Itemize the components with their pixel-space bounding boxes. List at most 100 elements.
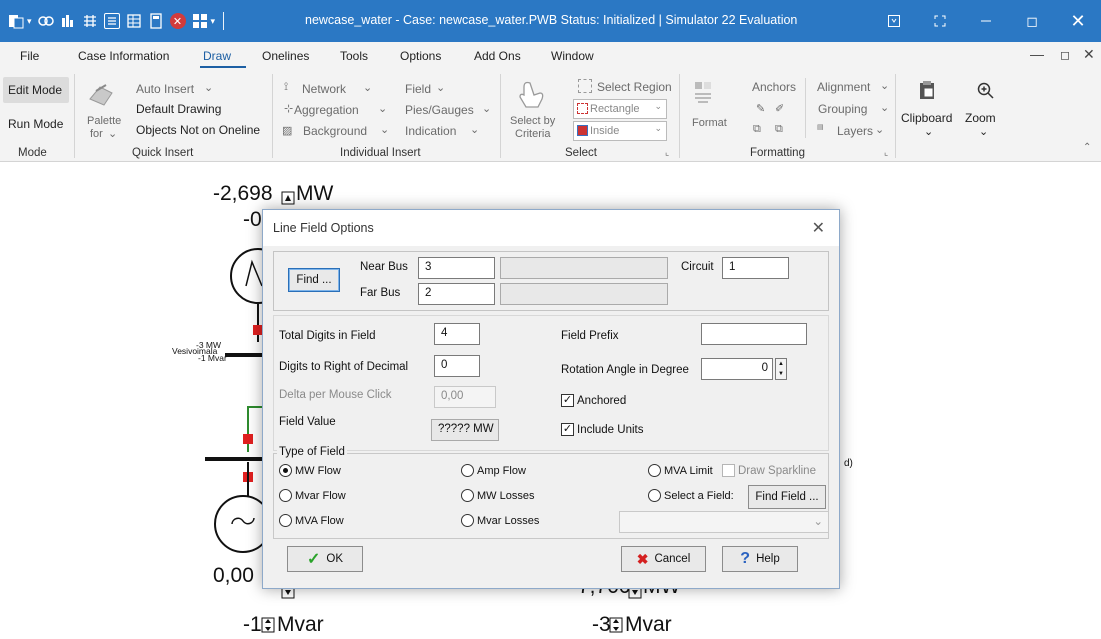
zoom-icon[interactable] — [973, 78, 997, 102]
field-button[interactable]: Field — [405, 82, 431, 96]
tab-tools[interactable]: Tools — [340, 49, 368, 63]
layers-button[interactable]: Layers — [837, 124, 873, 138]
include-units-checkbox[interactable]: ✓ Include Units — [561, 423, 643, 436]
tab-case-information[interactable]: Case Information — [78, 49, 169, 63]
palette-chevron-icon[interactable]: ⌄ — [108, 127, 117, 140]
radio-mva-limit[interactable]: MVA Limit — [648, 464, 713, 477]
far-bus-input[interactable]: 2 — [418, 283, 495, 305]
rotation-spinner[interactable]: ▲ ▼ — [775, 358, 787, 380]
pies-gauges-button[interactable]: Pies/Gauges — [405, 103, 474, 117]
select-by-criteria-line1[interactable]: Select by — [510, 115, 555, 127]
indication-chevron-icon[interactable]: ⌄ — [470, 123, 479, 136]
ok-button[interactable]: ✓ OK — [287, 546, 363, 572]
radio-mw-losses[interactable]: MW Losses — [461, 489, 534, 502]
digits-right-input[interactable]: 0 — [434, 355, 480, 377]
indication-button[interactable]: Indication — [405, 124, 456, 138]
pies-gauges-chevron-icon[interactable]: ⌄ — [482, 102, 491, 115]
aggregation-chevron-icon[interactable]: ⌄ — [378, 102, 387, 115]
run-mode-button[interactable]: Run Mode — [8, 117, 63, 131]
background-chevron-icon[interactable]: ⌄ — [380, 123, 389, 136]
cancel-button[interactable]: ✖ Cancel — [621, 546, 706, 572]
select-criteria-icon[interactable] — [511, 78, 551, 112]
format-icon[interactable] — [690, 78, 718, 110]
radio-mvar-losses[interactable]: Mvar Losses — [461, 514, 539, 527]
qat-dropdown-icon[interactable]: ▾ — [27, 16, 32, 27]
palette-label-line1[interactable]: Palette — [87, 115, 121, 127]
bar-chart-icon[interactable] — [60, 13, 76, 29]
abort-icon[interactable]: ✕ — [169, 13, 186, 29]
anchors-button[interactable]: Anchors — [752, 80, 796, 94]
find-field-button[interactable]: Find Field ... — [748, 485, 826, 509]
dialog-close-icon[interactable]: ✕ — [812, 218, 825, 238]
table-icon[interactable] — [126, 13, 142, 29]
palette-label-line2[interactable]: for — [90, 128, 103, 140]
collapse-ribbon-icon[interactable]: ⌃ — [1083, 142, 1091, 153]
select-rectangle-combo[interactable]: Rectangle ⌄ — [573, 99, 667, 119]
select-by-criteria-line2[interactable]: Criteria — [515, 128, 550, 140]
field-prefix-input[interactable] — [701, 323, 807, 345]
ribbon-display-icon[interactable] — [871, 0, 917, 42]
group-objects-icon[interactable]: ⧉ — [753, 123, 761, 136]
clipboard-icon[interactable] — [915, 78, 939, 102]
pencil-icon[interactable]: ✎ — [756, 102, 765, 115]
app-icon[interactable] — [8, 13, 24, 29]
default-drawing-button[interactable]: Default Drawing — [136, 102, 221, 116]
grouping-chevron-icon[interactable]: ⌄ — [880, 101, 889, 114]
grid-icon[interactable] — [82, 13, 98, 29]
options-icon[interactable] — [192, 13, 208, 29]
simulator-icon[interactable] — [37, 13, 54, 29]
select-inside-combo[interactable]: Inside ⌄ — [573, 121, 667, 141]
edit-shape-icon[interactable]: ✐ — [775, 102, 784, 115]
tab-options[interactable]: Options — [400, 49, 441, 63]
anchored-checkbox[interactable]: ✓ Anchored — [561, 394, 626, 407]
alignment-chevron-icon[interactable]: ⌄ — [880, 79, 889, 92]
aggregation-button[interactable]: Aggregation — [294, 103, 359, 117]
alignment-button[interactable]: Alignment — [817, 80, 870, 94]
child-minimize-icon[interactable]: — — [1030, 46, 1044, 62]
case-info-icon[interactable] — [103, 13, 120, 29]
clipboard-chevron-icon[interactable]: ⌄ — [924, 125, 933, 138]
calculator-icon[interactable] — [148, 13, 164, 29]
tab-window[interactable]: Window — [551, 49, 594, 63]
tab-add-ons[interactable]: Add Ons — [474, 49, 521, 63]
formatting-launcher-icon[interactable]: ⌞ — [884, 147, 888, 158]
close-button[interactable]: ✕ — [1055, 0, 1101, 42]
field-chevron-icon[interactable]: ⌄ — [436, 81, 445, 94]
radio-select-a-field[interactable]: Select a Field: — [648, 489, 734, 502]
fullscreen-icon[interactable] — [917, 0, 963, 42]
auto-insert-button[interactable]: Auto Insert — [136, 82, 194, 96]
clipboard-button[interactable]: Clipboard — [901, 111, 952, 125]
qat-more-icon[interactable]: ▾ — [211, 16, 216, 27]
edit-mode-button[interactable]: Edit Mode — [8, 83, 62, 97]
network-chevron-icon[interactable]: ⌄ — [363, 81, 372, 94]
circuit-input[interactable]: 1 — [722, 257, 789, 279]
background-button[interactable]: Background — [303, 124, 367, 138]
minimize-button[interactable] — [963, 0, 1009, 42]
format-button[interactable]: Format — [692, 117, 727, 129]
help-button[interactable]: ? Help — [722, 546, 798, 572]
child-restore-icon[interactable]: ◻ — [1060, 48, 1070, 62]
grouping-button[interactable]: Grouping — [818, 102, 867, 116]
radio-amp-flow[interactable]: Amp Flow — [461, 464, 526, 477]
zoom-chevron-icon[interactable]: ⌄ — [979, 125, 988, 138]
radio-mw-flow[interactable]: MW Flow — [279, 464, 341, 477]
tab-onelines[interactable]: Onelines — [262, 49, 309, 63]
auto-insert-chevron-icon[interactable]: ⌄ — [204, 81, 213, 94]
layers-chevron-icon[interactable]: ⌄ — [875, 123, 884, 136]
child-close-icon[interactable]: ✕ — [1083, 46, 1095, 63]
restore-button[interactable]: ◻ — [1009, 0, 1055, 42]
find-button[interactable]: Find ... — [288, 268, 340, 292]
select-region-button[interactable]: Select Region — [597, 80, 672, 94]
network-button[interactable]: Network — [302, 82, 346, 96]
objects-not-on-oneline-button[interactable]: Objects Not on Oneline — [136, 123, 260, 137]
tab-file[interactable]: File — [20, 49, 39, 63]
ungroup-objects-icon[interactable]: ⧉ — [775, 123, 783, 136]
select-launcher-icon[interactable]: ⌞ — [665, 147, 669, 158]
near-bus-input[interactable]: 3 — [418, 257, 495, 279]
radio-mvar-flow[interactable]: Mvar Flow — [279, 489, 346, 502]
radio-mva-flow[interactable]: MVA Flow — [279, 514, 344, 527]
palette-icon[interactable] — [84, 78, 118, 110]
rotation-angle-input[interactable]: 0 — [701, 358, 773, 380]
zoom-button[interactable]: Zoom — [965, 111, 996, 125]
total-digits-input[interactable]: 4 — [434, 323, 480, 345]
